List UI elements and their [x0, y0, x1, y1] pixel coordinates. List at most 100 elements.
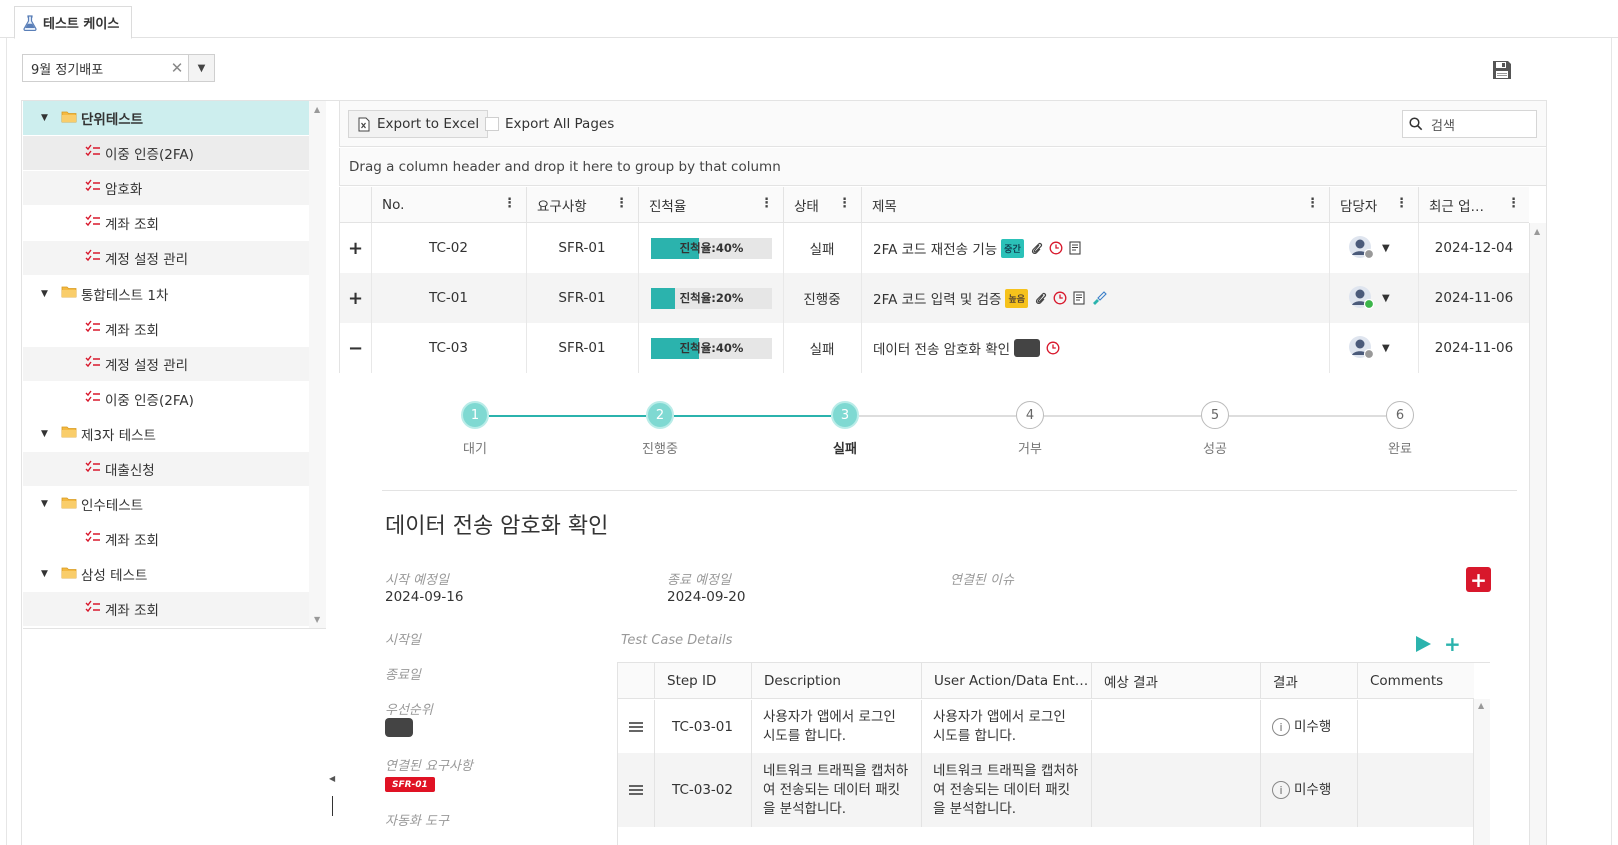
step-row[interactable]: TC-03-02 네트워크 트래픽을 캡처하 여 전송되는 데이터 패킷 을 분석합니…: [618, 753, 1474, 827]
stepper-step[interactable]: 2: [646, 401, 674, 429]
column-header-progress[interactable]: 진척율 ⋮: [638, 187, 783, 223]
grid-scrollbar[interactable]: ▲: [1529, 223, 1546, 845]
tree-test-case[interactable]: 계좌 조회: [23, 522, 309, 558]
clock-icon[interactable]: [1053, 291, 1067, 305]
cell-result[interactable]: i 미수행: [1272, 753, 1357, 827]
tree-folder[interactable]: ▼ 통합테스트 1차: [23, 276, 309, 312]
checkbox-box[interactable]: [485, 117, 499, 131]
column-header-no[interactable]: No. ⋮: [371, 187, 526, 223]
avatar[interactable]: [1348, 335, 1376, 361]
avatar[interactable]: [1348, 285, 1376, 311]
save-icon[interactable]: [1490, 58, 1514, 82]
cell-title[interactable]: 2FA 코드 입력 및 검증 높음: [873, 273, 1323, 323]
column-menu-icon[interactable]: ⋮: [760, 196, 773, 211]
column-menu-icon[interactable]: ⋮: [1395, 196, 1408, 211]
tree-test-case[interactable]: 암호화: [23, 171, 309, 207]
document-icon[interactable]: [1073, 291, 1085, 305]
collapse-arrow-icon[interactable]: ▼: [41, 569, 53, 579]
tree-test-case[interactable]: 계좌 조회: [23, 206, 309, 242]
tree-folder[interactable]: ▼ 단위테스트: [23, 101, 309, 137]
cell-assignee[interactable]: ▼: [1348, 223, 1418, 273]
collapse-arrow-icon[interactable]: ▼: [41, 289, 53, 299]
stepper-step[interactable]: 6: [1386, 401, 1414, 429]
column-menu-icon[interactable]: ⋮: [1507, 196, 1520, 211]
step-row[interactable]: TC-03-01 사용자가 앱에서 로그인 시도를 합니다. 사용자가 앱에서 로그인…: [618, 700, 1474, 754]
search-input[interactable]: 검색: [1402, 110, 1537, 138]
document-icon[interactable]: [1069, 241, 1081, 255]
tree-test-case[interactable]: 계정 설정 관리: [23, 346, 309, 382]
run-steps-icon[interactable]: [1416, 636, 1431, 652]
tree-test-case[interactable]: 이중 인증(2FA): [23, 136, 309, 172]
column-header-description[interactable]: Description: [751, 663, 921, 699]
release-select[interactable]: 9월 정기배포 ✕ ▼: [22, 54, 215, 82]
brush-icon[interactable]: [1091, 291, 1107, 305]
tree-folder[interactable]: ▼ 삼성 테스트: [23, 557, 309, 593]
column-menu-icon[interactable]: ⋮: [838, 196, 851, 211]
cell-title[interactable]: 데이터 전송 암호화 확인: [873, 323, 1323, 373]
column-header-user-action[interactable]: User Action/Data Ent…: [921, 663, 1091, 699]
row-expander[interactable]: +: [340, 223, 371, 273]
collapse-arrow-icon[interactable]: ▼: [41, 113, 53, 123]
column-header-updated[interactable]: 최근 업… ⋮: [1418, 187, 1530, 223]
stepper-step[interactable]: 5: [1201, 401, 1229, 429]
column-header-result[interactable]: 결과: [1260, 663, 1357, 699]
column-header-assignee[interactable]: 담당자 ⋮: [1329, 187, 1418, 223]
row-expander[interactable]: +: [340, 273, 371, 323]
steps-grid-scrollbar[interactable]: ▲: [1473, 699, 1490, 845]
drag-handle-icon[interactable]: [618, 753, 654, 827]
tree-scrollbar[interactable]: ▲ ▼: [309, 101, 326, 628]
stepper-connector: [1044, 415, 1201, 417]
tab-test-cases[interactable]: 테스트 케이스: [14, 6, 133, 39]
table-row[interactable]: − TC-03 SFR-01 진척율:40% 실패 데이터 전송 암호화 확인 ▼ 2024-…: [339, 323, 1529, 373]
column-header-status[interactable]: 상태 ⋮: [783, 187, 861, 223]
end-planned-value[interactable]: 2024-09-20: [667, 589, 745, 605]
collapse-arrow-icon[interactable]: ▼: [41, 499, 53, 509]
tree-test-case[interactable]: 대출신청: [23, 451, 309, 488]
assignee-dropdown-icon[interactable]: ▼: [1382, 243, 1390, 254]
tree-test-case[interactable]: 계좌 조회: [23, 592, 309, 628]
group-drop-area[interactable]: Drag a column header and drop it here to…: [339, 148, 1546, 186]
attachment-icon[interactable]: [1034, 291, 1047, 305]
clock-icon[interactable]: [1046, 341, 1060, 355]
column-menu-icon[interactable]: ⋮: [1306, 196, 1319, 211]
tree-test-case[interactable]: 계좌 조회: [23, 312, 309, 347]
tree-test-case[interactable]: 계정 설정 관리: [23, 241, 309, 277]
row-expander[interactable]: −: [340, 323, 371, 373]
pane-splitter[interactable]: ◀: [326, 101, 338, 845]
attachment-icon[interactable]: [1030, 241, 1043, 255]
tree-folder[interactable]: ▼ 인수테스트: [23, 487, 309, 523]
stepper-step[interactable]: 1: [461, 401, 489, 429]
cell-result[interactable]: i 미수행: [1272, 700, 1357, 754]
dropdown-arrow-icon[interactable]: ▼: [188, 55, 214, 81]
clock-icon[interactable]: [1049, 241, 1063, 255]
column-header-step-id[interactable]: Step ID: [654, 663, 751, 699]
table-row[interactable]: + TC-02 SFR-01 진척율:40% 실패 2FA 코드 재전송 기능 중간 ▼ 202…: [339, 223, 1529, 273]
cell-assignee[interactable]: ▼: [1348, 273, 1418, 323]
cell-assignee[interactable]: ▼: [1348, 323, 1418, 373]
stepper-step[interactable]: 4: [1016, 401, 1044, 429]
avatar[interactable]: [1348, 235, 1376, 261]
tree-test-case[interactable]: 이중 인증(2FA): [23, 382, 309, 417]
add-step-button[interactable]: +: [1444, 632, 1461, 656]
clear-icon[interactable]: ✕: [166, 59, 188, 77]
collapse-arrow-icon[interactable]: ▼: [41, 429, 53, 439]
column-header-expected-result[interactable]: 예상 결과: [1091, 663, 1260, 699]
add-issue-button[interactable]: +: [1466, 567, 1491, 592]
export-excel-button[interactable]: Export to Excel: [348, 110, 489, 138]
column-header-comments[interactable]: Comments: [1357, 663, 1474, 699]
table-row[interactable]: + TC-01 SFR-01 진척율:20% 진행중 2FA 코드 입력 및 검증 높음 ▼ 2…: [339, 273, 1529, 323]
cell-title[interactable]: 2FA 코드 재전송 기능 중간: [873, 223, 1323, 273]
export-all-pages-checkbox[interactable]: Export All Pages: [485, 116, 614, 132]
drag-handle-icon[interactable]: [618, 700, 654, 754]
start-planned-value[interactable]: 2024-09-16: [385, 589, 463, 605]
assignee-dropdown-icon[interactable]: ▼: [1382, 343, 1390, 354]
stepper-step[interactable]: 3: [831, 401, 859, 429]
column-header-requirement[interactable]: 요구사항 ⋮: [526, 187, 638, 223]
column-header-title[interactable]: 제목 ⋮: [861, 187, 1329, 223]
requirement-badge[interactable]: SFR-01: [385, 777, 435, 792]
tree-folder[interactable]: ▼ 제3자 테스트: [23, 417, 309, 452]
column-menu-icon[interactable]: ⋮: [503, 196, 516, 211]
priority-badge[interactable]: [385, 718, 413, 737]
assignee-dropdown-icon[interactable]: ▼: [1382, 293, 1390, 304]
column-menu-icon[interactable]: ⋮: [615, 196, 628, 211]
